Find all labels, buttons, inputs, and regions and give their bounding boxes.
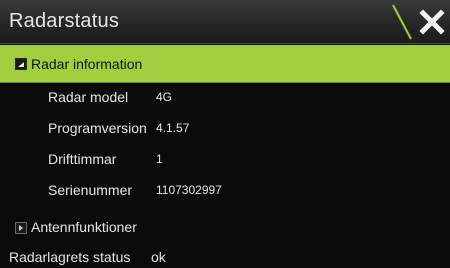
status-label: Radarlagrets status [9, 249, 131, 265]
info-value: 1107302997 [156, 183, 222, 197]
info-label: Serienummer [48, 182, 133, 198]
close-icon[interactable] [414, 4, 450, 40]
section-label: Antennfunktioner [31, 219, 137, 235]
info-row-program-version: Programversion 4.1.57 [0, 113, 450, 144]
info-value: 1 [156, 152, 163, 166]
expand-triangle-icon[interactable] [15, 222, 27, 234]
section-label: Radar information [31, 56, 143, 72]
info-label: Radar model [48, 89, 129, 105]
section-antenna-functions[interactable]: Antennfunktioner [0, 212, 450, 240]
info-row-serial-number: Serienummer 1107302997 [0, 175, 450, 206]
info-label: Programversion [48, 120, 147, 136]
info-row-operating-hours: Drifttimmar 1 [0, 144, 450, 175]
info-label: Drifttimmar [48, 151, 117, 167]
title-bar: Radarstatus [0, 0, 450, 44]
page-title: Radarstatus [9, 10, 120, 32]
status-value: ok [151, 249, 166, 265]
info-value: 4.1.57 [156, 121, 190, 135]
collapse-triangle-icon[interactable] [15, 58, 27, 70]
status-row-radar-bearing: Radarlagrets status ok [0, 244, 450, 268]
diagonal-slash-icon [392, 4, 412, 40]
info-value: 4G [156, 90, 173, 104]
section-radar-information[interactable]: Radar information [0, 45, 450, 83]
info-row-radar-model: Radar model 4G [0, 82, 450, 113]
